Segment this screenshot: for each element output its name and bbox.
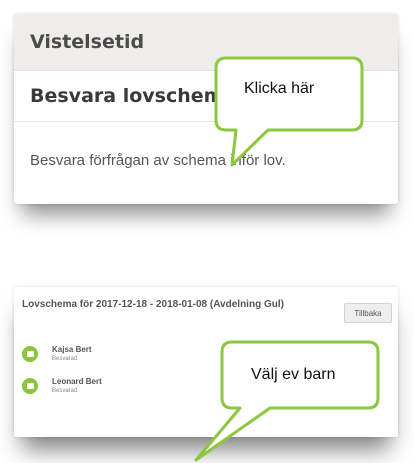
child-name: Kajsa Bert: [52, 345, 92, 354]
card-description: Besvara förfrågan av schema inför lov.: [30, 152, 286, 169]
back-button[interactable]: Tillbaka: [344, 303, 392, 323]
child-status: Besvarad: [52, 388, 78, 394]
card-header-title: Vistelsetid: [14, 14, 398, 71]
child-row-2[interactable]: Leonard Bert Besvarad: [22, 377, 102, 395]
chat-icon: [22, 346, 38, 362]
chat-icon: [22, 378, 38, 394]
holiday-schedule-card: Lovschema för 2017-12-18 - 2018-01-08 (A…: [14, 287, 398, 437]
callout-top-text: Klicka här: [244, 80, 315, 97]
schedule-title: Lovschema för 2017-12-18 - 2018-01-08 (A…: [22, 299, 284, 310]
respond-schedule-card[interactable]: Vistelsetid Besvara lovschema Besvara fö…: [14, 14, 398, 204]
child-row-1[interactable]: Kajsa Bert Besvarad: [22, 345, 92, 363]
respond-schedule-link[interactable]: Besvara lovschema: [14, 71, 398, 122]
callout-bottom-text: Välj ev barn: [251, 366, 336, 383]
child-name: Leonard Bert: [52, 377, 102, 386]
child-status: Besvarad: [52, 356, 78, 362]
